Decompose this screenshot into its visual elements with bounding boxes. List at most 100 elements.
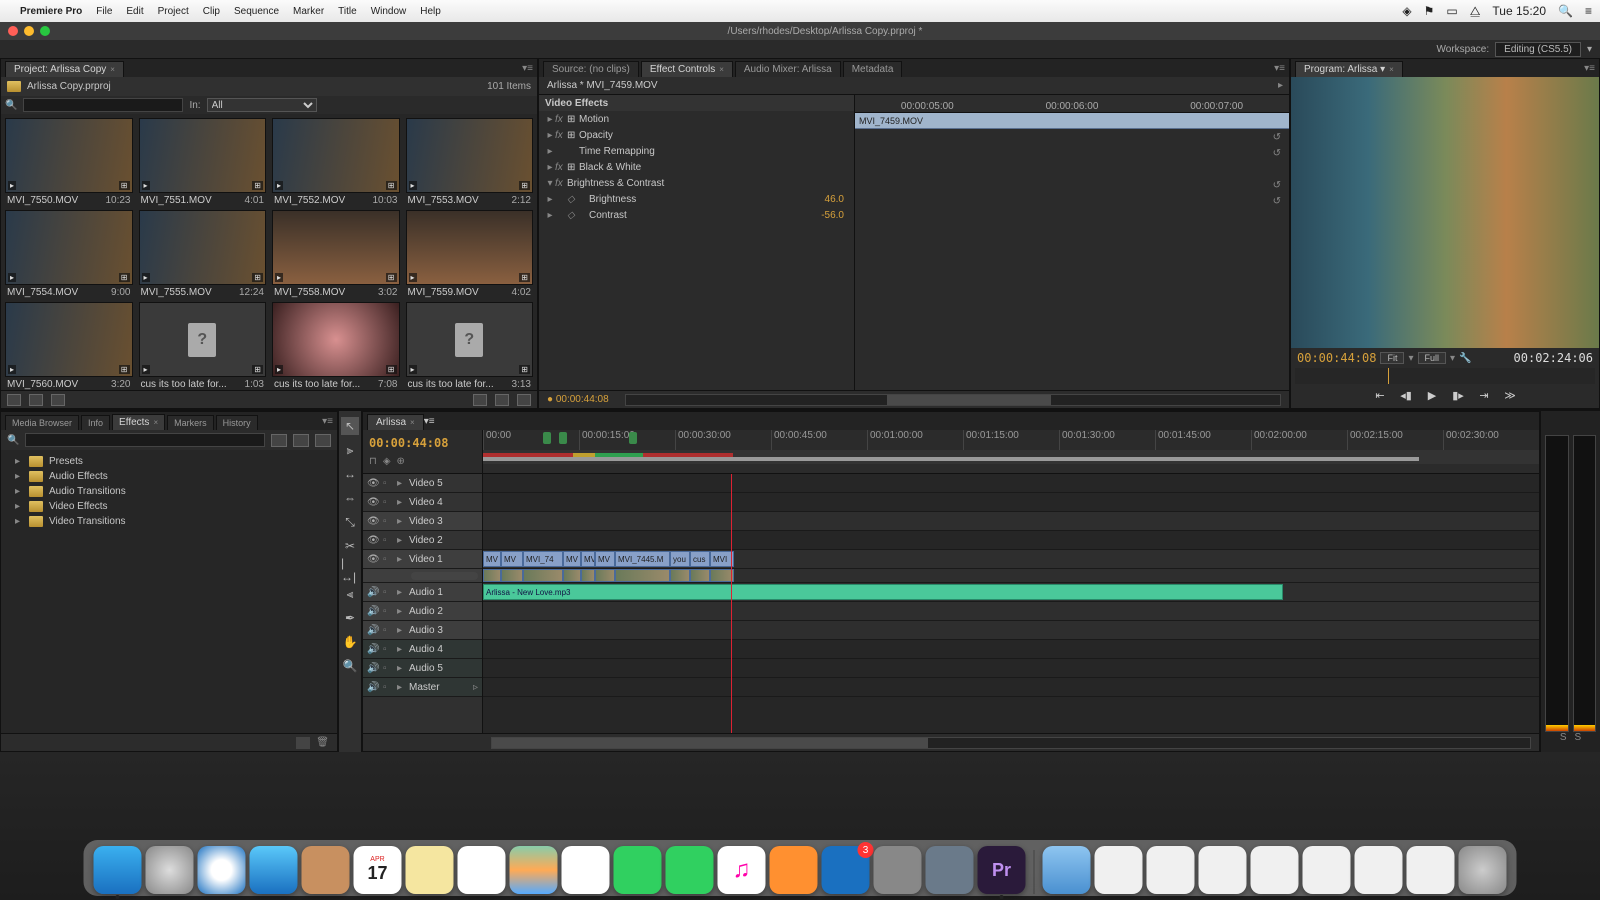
- dock-launchpad-icon[interactable]: [146, 846, 194, 894]
- clip-thumbnail[interactable]: ▸⊞: [272, 210, 400, 285]
- program-tc-current[interactable]: 00:00:44:08: [1297, 351, 1376, 365]
- close-icon[interactable]: ×: [410, 418, 415, 427]
- dock-document-icon[interactable]: [1355, 846, 1403, 894]
- tab-effect-controls[interactable]: Effect Controls×: [641, 61, 733, 77]
- fx-badge-32-icon[interactable]: [293, 434, 309, 447]
- track-header[interactable]: 👁▫▸Video 4: [363, 493, 482, 512]
- spotlight-icon[interactable]: 🔍: [1558, 4, 1573, 18]
- marker-icon[interactable]: ◈: [383, 456, 391, 467]
- ec-time-ruler[interactable]: 00:00:05:00 00:00:06:00 00:00:07:00: [855, 95, 1289, 113]
- menu-project[interactable]: Project: [158, 6, 189, 17]
- dock-facetime-icon[interactable]: [666, 846, 714, 894]
- track-lane[interactable]: [483, 569, 1539, 583]
- reset-effect-icon[interactable]: ↺: [1273, 196, 1281, 207]
- tab-metadata[interactable]: Metadata: [843, 61, 903, 77]
- track-lane[interactable]: [483, 512, 1539, 531]
- dock-maps-icon[interactable]: [510, 846, 558, 894]
- clip-thumbnail[interactable]: ▸⊞: [5, 302, 133, 377]
- new-item-button[interactable]: [495, 394, 509, 406]
- reset-effect-icon[interactable]: ↺: [1273, 148, 1281, 159]
- track-header[interactable]: 👁▫▸Video 1: [363, 550, 482, 569]
- project-clip[interactable]: ▸⊞MVI_7553.MOV2:12: [404, 116, 536, 206]
- dock-sysprefs-icon[interactable]: [874, 846, 922, 894]
- dock-document-icon[interactable]: [1251, 846, 1299, 894]
- panel-menu-icon[interactable]: ▾≡: [1274, 63, 1285, 74]
- timeline-clip[interactable]: cus: [690, 551, 710, 567]
- solo-button[interactable]: S: [1575, 732, 1582, 748]
- slide-tool[interactable]: ⫷: [341, 585, 359, 603]
- effect-row[interactable]: ▸fx⊞Black & White: [539, 159, 854, 175]
- icon-view-button[interactable]: [29, 394, 43, 406]
- lock-icon[interactable]: ▫: [383, 625, 393, 636]
- tab-markers[interactable]: Markers: [167, 415, 214, 430]
- track-lane[interactable]: [483, 531, 1539, 550]
- goto-out-button[interactable]: ⇥: [1476, 388, 1492, 404]
- project-clip[interactable]: ▸⊞MVI_7554.MOV9:00: [3, 208, 135, 298]
- track-header[interactable]: 👁▫▸Video 5: [363, 474, 482, 493]
- chevron-right-icon[interactable]: ▸: [397, 644, 405, 655]
- effects-folder[interactable]: ▸Audio Transitions: [5, 484, 333, 499]
- project-clip[interactable]: ▸⊞MVI_7559.MOV4:02: [404, 208, 536, 298]
- selection-tool[interactable]: ↖: [341, 417, 359, 435]
- project-clip[interactable]: ▸⊞MVI_7558.MOV3:02: [270, 208, 402, 298]
- track-header[interactable]: 🔊▫▸Audio 3: [363, 621, 482, 640]
- track-header[interactable]: 🔊▫▸Audio 1: [363, 583, 482, 602]
- track-header[interactable]: 👁▫▸Video 3: [363, 512, 482, 531]
- clip-thumbnail[interactable]: ▸⊞: [139, 118, 267, 193]
- project-clip[interactable]: ▸⊞MVI_7560.MOV3:20: [3, 300, 135, 390]
- rolling-edit-tool[interactable]: ⇔: [341, 489, 359, 507]
- zoom-window-button[interactable]: [40, 26, 50, 36]
- new-bin-button[interactable]: [473, 394, 487, 406]
- track-lane[interactable]: Arlissa - New Love.mp3: [483, 583, 1539, 602]
- effects-search-input[interactable]: [25, 433, 265, 447]
- zoom-tool[interactable]: 🔍: [341, 657, 359, 675]
- menu-file[interactable]: File: [96, 6, 112, 17]
- track-header[interactable]: 🔊▫▸Audio 2: [363, 602, 482, 621]
- menu-edit[interactable]: Edit: [126, 6, 143, 17]
- menu-marker[interactable]: Marker: [293, 6, 324, 17]
- panel-menu-icon[interactable]: ▾≡: [522, 63, 533, 74]
- menubar-list-icon[interactable]: ≡: [1585, 4, 1592, 18]
- lock-icon[interactable]: ▫: [383, 644, 393, 655]
- effect-row[interactable]: ▸fx⊞Opacity: [539, 127, 854, 143]
- ec-playhead-tc[interactable]: ● 00:00:44:08: [539, 394, 617, 405]
- speaker-icon[interactable]: 🔊: [367, 587, 379, 598]
- close-window-button[interactable]: [8, 26, 18, 36]
- step-fwd-button[interactable]: ▮▸: [1450, 388, 1466, 404]
- menu-sequence[interactable]: Sequence: [234, 6, 279, 17]
- track-lane[interactable]: [483, 474, 1539, 493]
- clip-thumbnail[interactable]: ▸⊞: [406, 118, 534, 193]
- effects-folder[interactable]: ▸Video Transitions: [5, 514, 333, 529]
- close-icon[interactable]: ×: [110, 65, 115, 74]
- timeline-clip[interactable]: MV: [483, 551, 501, 567]
- lock-icon[interactable]: ▫: [383, 682, 393, 693]
- solo-button[interactable]: S: [1560, 732, 1567, 748]
- chevron-down-icon[interactable]: ▾: [1408, 353, 1413, 364]
- timeline-hscroll[interactable]: [491, 737, 1531, 749]
- timeline-clip[interactable]: you: [670, 551, 690, 567]
- tab-sequence[interactable]: Arlissa×: [367, 414, 424, 430]
- panel-menu-icon[interactable]: ▾≡: [424, 416, 435, 427]
- speaker-icon[interactable]: 🔊: [367, 606, 379, 617]
- effect-row[interactable]: ▸fx⊞Motion: [539, 111, 854, 127]
- dock-safari-icon[interactable]: [198, 846, 246, 894]
- close-icon[interactable]: ×: [153, 418, 158, 427]
- dock-document-icon[interactable]: [1199, 846, 1247, 894]
- minimize-window-button[interactable]: [24, 26, 34, 36]
- new-bin-button[interactable]: [296, 737, 310, 749]
- lock-icon[interactable]: ▫: [383, 606, 393, 617]
- close-icon[interactable]: ×: [719, 65, 724, 74]
- speaker-icon[interactable]: 🔊: [367, 663, 379, 674]
- track-lane[interactable]: [483, 621, 1539, 640]
- program-scrub-bar[interactable]: [1295, 368, 1595, 384]
- effect-row[interactable]: ▸◇Contrast-56.0: [539, 207, 854, 223]
- dock-mail-icon[interactable]: [250, 846, 298, 894]
- clip-thumbnail[interactable]: ▸⊞: [5, 210, 133, 285]
- timeline-clip[interactable]: MV: [501, 551, 523, 567]
- playhead-icon[interactable]: [1388, 368, 1389, 384]
- project-clip[interactable]: ▸⊞MVI_7552.MOV10:03: [270, 116, 402, 206]
- workspace-chevron-icon[interactable]: ▾: [1587, 44, 1592, 55]
- timeline-marker[interactable]: [629, 432, 637, 444]
- goto-in-button[interactable]: ⇤: [1372, 388, 1388, 404]
- track-header[interactable]: 🔊▫▸Audio 5: [363, 659, 482, 678]
